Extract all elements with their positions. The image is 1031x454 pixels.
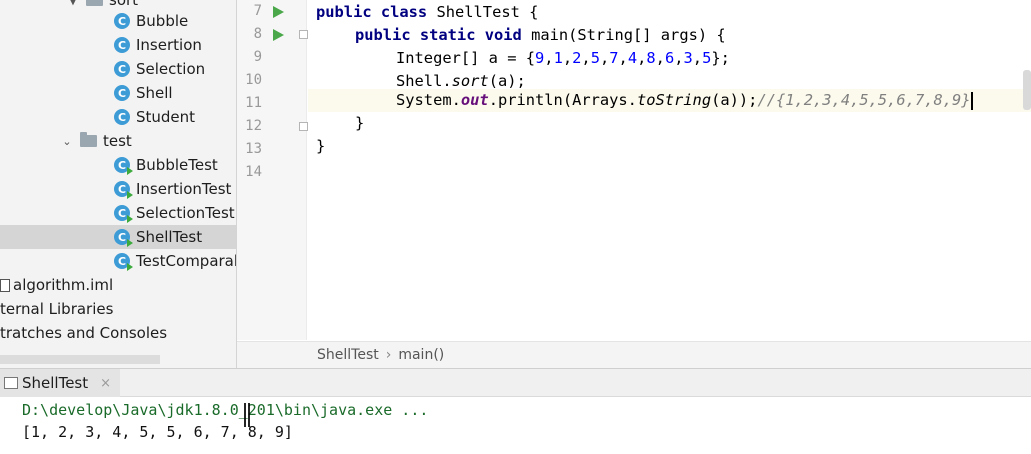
tree-item-label: ShellTest (136, 228, 203, 246)
breadcrumb-item-class[interactable]: ShellTest (317, 347, 379, 363)
editor-scrollbar[interactable] (1023, 70, 1031, 110)
test-class-icon: C (114, 157, 133, 175)
class-icon: C (114, 13, 130, 29)
breadcrumb: ShellTest › main() (237, 341, 1031, 368)
tree-item-label: Insertion (136, 36, 202, 54)
run-tab-label: ShellTest (22, 374, 89, 392)
code-line-9: Integer[] a = {9,1,2,5,7,4,8,6,3,5}; (396, 49, 730, 67)
tree-item-scratches[interactable]: tratches and Consoles (0, 321, 236, 345)
chevron-down-icon[interactable]: ▼ (66, 0, 80, 7)
tree-item-bubble[interactable]: C Bubble (0, 9, 236, 33)
tree-item-label: Bubble (136, 12, 189, 30)
tree-item-label: Selection (136, 60, 206, 78)
tree-item-algorithm-iml[interactable]: algorithm.iml (0, 273, 236, 297)
tree-horizontal-scrollbar[interactable] (0, 355, 160, 364)
project-tree: ▼ sort C Bubble C Insertion C Selection … (0, 0, 237, 368)
line-number: 8 (253, 26, 262, 42)
code-line-12: } (355, 114, 365, 132)
code-line-11: System.out.println(Arrays.toString(a));/… (308, 89, 1031, 112)
run-config-icon (4, 377, 18, 389)
test-class-icon: C (114, 205, 133, 223)
tree-item-label: tratches and Consoles (0, 324, 168, 342)
tree-item-student[interactable]: C Student (0, 105, 236, 129)
breadcrumb-separator: › (385, 347, 392, 363)
package-folder-icon (86, 0, 103, 6)
tree-item-label: TestComparab (136, 252, 237, 270)
code-line-7: public class ShellTest { (316, 3, 539, 21)
text-caret (970, 91, 973, 110)
line-number: 10 (245, 72, 262, 88)
tree-item-test-folder[interactable]: ⌄ test (0, 129, 236, 153)
line-number: 14 (245, 164, 262, 180)
editor-gutter: 7 8 9 10 11 12 13 14 (237, 0, 308, 340)
tree-item-bubbletest[interactable]: C BubbleTest (0, 153, 236, 177)
fold-icon[interactable] (299, 30, 308, 39)
run-console[interactable]: D:\develop\Java\jdk1.8.0_201\bin\java.ex… (0, 397, 1031, 454)
line-number: 11 (245, 95, 262, 111)
tree-item-label: test (103, 132, 132, 150)
mouse-text-cursor-icon (244, 403, 250, 427)
code-line-8: public static void main(String[] args) { (355, 26, 726, 44)
tree-item-label: Shell (136, 84, 173, 102)
class-icon: C (114, 109, 130, 125)
fold-icon[interactable] (299, 122, 308, 131)
close-icon[interactable]: × (100, 376, 111, 391)
tree-item-label: SelectionTest (136, 204, 235, 222)
line-number: 13 (245, 141, 262, 157)
class-icon: C (114, 37, 130, 53)
tree-item-shell[interactable]: C Shell (0, 81, 236, 105)
tree-item-shelltest[interactable]: C ShellTest (0, 225, 236, 249)
console-output-line: [1, 2, 3, 4, 5, 5, 6, 7, 8, 9] (22, 423, 293, 441)
tree-item-selectiontest[interactable]: C SelectionTest (0, 201, 236, 225)
line-number: 12 (245, 118, 262, 134)
breadcrumb-item-method[interactable]: main() (398, 347, 444, 363)
test-class-icon: C (114, 229, 133, 247)
tree-item-label: BubbleTest (136, 156, 218, 174)
tree-item-insertion[interactable]: C Insertion (0, 33, 236, 57)
class-icon: C (114, 61, 130, 77)
line-number: 9 (253, 49, 262, 65)
run-tool-window-tabs: ShellTest × (0, 368, 1031, 397)
tree-item-external-libraries[interactable]: ternal Libraries (0, 297, 236, 321)
tree-item-label: sort (109, 0, 139, 9)
tree-item-testcomparable[interactable]: C TestComparab (0, 249, 237, 273)
chevron-down-icon[interactable]: ⌄ (60, 135, 74, 148)
test-class-icon: C (114, 181, 133, 199)
tree-item-label: ternal Libraries (0, 300, 114, 318)
tree-item-label: Student (136, 108, 196, 126)
tree-item-label: algorithm.iml (13, 276, 114, 294)
folder-icon (80, 132, 97, 147)
console-command-line: D:\develop\Java\jdk1.8.0_201\bin\java.ex… (22, 401, 429, 419)
test-class-icon: C (114, 253, 133, 271)
run-tab-shelltest[interactable]: ShellTest × (0, 369, 120, 397)
file-icon (0, 278, 10, 292)
code-editor[interactable]: public class ShellTest { public static v… (308, 0, 1031, 340)
tree-item-insertiontest[interactable]: C InsertionTest (0, 177, 236, 201)
tree-item-label: InsertionTest (136, 180, 232, 198)
line-number: 7 (253, 3, 262, 19)
tree-item-selection[interactable]: C Selection (0, 57, 236, 81)
run-class-icon[interactable] (273, 6, 284, 18)
class-icon: C (114, 85, 130, 101)
run-main-icon[interactable] (273, 29, 284, 41)
code-line-13: } (316, 137, 326, 155)
